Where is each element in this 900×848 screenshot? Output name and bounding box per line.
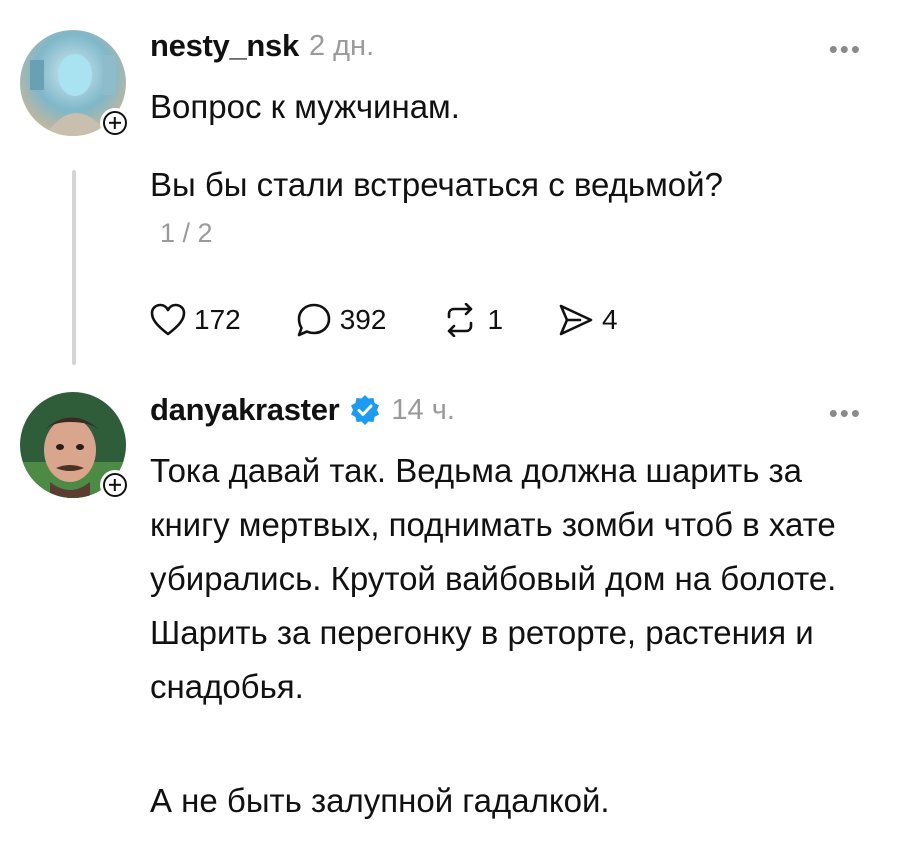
reply-body: Тока давай так. Ведьма должна шарить за … xyxy=(150,452,837,705)
repost-count: 1 xyxy=(487,304,504,335)
send-icon xyxy=(559,304,593,336)
share-button[interactable]: 4 xyxy=(558,303,618,337)
more-dots-icon[interactable]: ••• xyxy=(829,36,862,62)
action-bar: 172 392 1 4 xyxy=(150,296,673,344)
follow-plus-icon[interactable] xyxy=(100,108,130,138)
username[interactable]: nesty_nsk xyxy=(150,28,299,64)
more-dots-icon[interactable]: ••• xyxy=(829,400,862,426)
repost-icon xyxy=(448,303,473,337)
reply-body-end: А не быть залупной гадалкой. xyxy=(150,782,610,819)
post-danyakraster: danyakraster 14 ч. ••• Тока давай так. В… xyxy=(0,380,900,848)
comment-button[interactable]: 392 xyxy=(296,302,387,338)
verified-badge-icon xyxy=(351,395,380,425)
repost-button[interactable]: 1 xyxy=(441,303,503,337)
like-count: 172 xyxy=(194,304,241,335)
page-indicator: 1 / 2 xyxy=(160,218,213,248)
post-header: danyakraster 14 ч. xyxy=(150,390,455,430)
username[interactable]: danyakraster xyxy=(150,392,340,428)
heart-icon xyxy=(150,303,186,336)
post-text-line-1: Вопрос к мужчинам. xyxy=(150,88,460,125)
thread-line xyxy=(72,170,76,365)
post-text-line-2: Вы бы стали встречаться с ведьмой? xyxy=(150,166,723,203)
follow-plus-icon[interactable] xyxy=(100,470,130,500)
avatar-nesty-nsk[interactable] xyxy=(20,30,130,138)
timestamp: 2 дн. xyxy=(308,29,375,62)
post-header: nesty_nsk 2 дн. xyxy=(150,26,374,66)
comment-count: 392 xyxy=(339,304,387,335)
avatar-danyakraster[interactable] xyxy=(20,392,130,500)
timestamp: 14 ч. xyxy=(391,393,455,426)
share-count: 4 xyxy=(602,304,618,335)
like-button[interactable]: 172 xyxy=(150,303,241,337)
post-nesty-nsk: nesty_nsk 2 дн. ••• Вопрос к мужчинам. В… xyxy=(0,0,900,380)
comment-bubble-icon xyxy=(297,303,331,337)
